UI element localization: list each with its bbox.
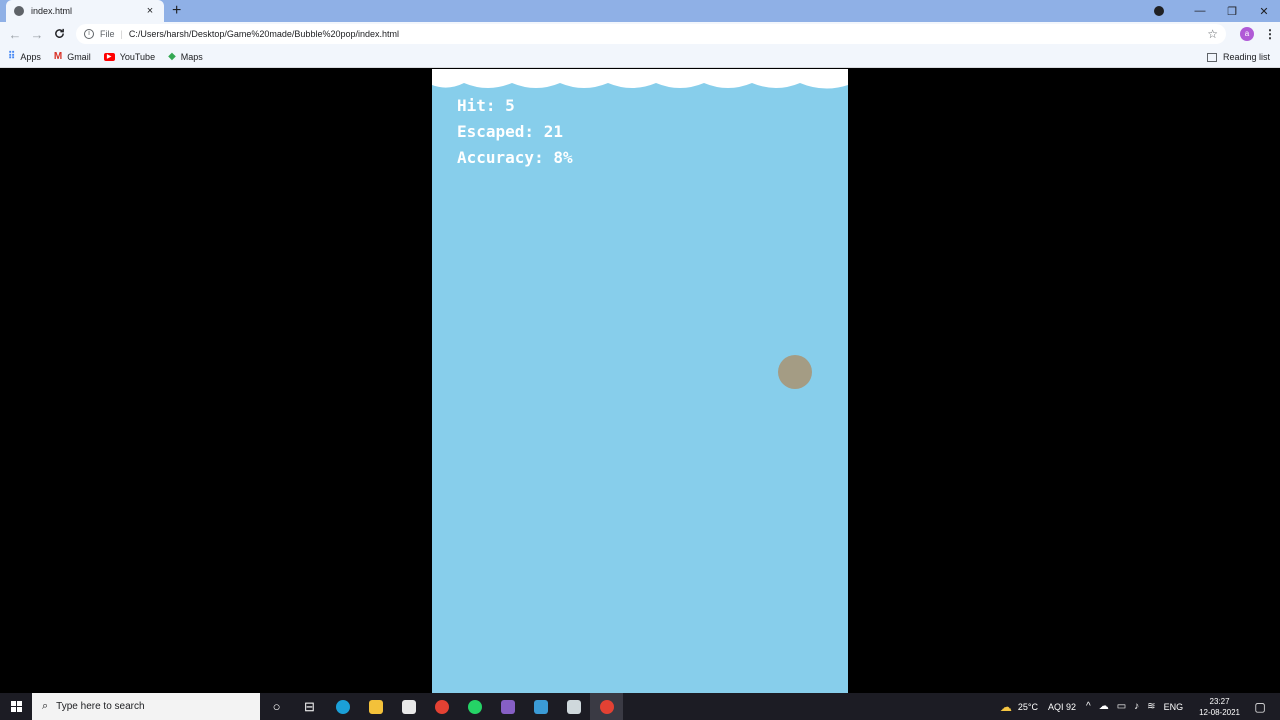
browser-tab[interactable]: index.html × bbox=[6, 0, 164, 22]
system-tray: ☁ 25°C AQI 92 ^ ☁ ▭ ♪ ≋ ENG 23:27 12-08-… bbox=[1000, 693, 1280, 720]
battery-icon[interactable]: ▭ bbox=[1117, 701, 1126, 712]
windows-taskbar: ⌕ Type here to search ○ ⊟ ☁ 25°C AQI 92 … bbox=[0, 693, 1280, 720]
bookmark-maps[interactable]: ◆ Maps bbox=[168, 51, 203, 62]
weather-icon[interactable]: ☁ bbox=[1000, 700, 1012, 714]
globe-icon bbox=[14, 6, 24, 16]
chevron-up-icon[interactable]: ^ bbox=[1086, 701, 1091, 712]
hit-label: Hit: bbox=[457, 96, 496, 115]
app-icon[interactable] bbox=[524, 693, 557, 720]
omnibox-separator: | bbox=[120, 29, 123, 39]
game-app-icon[interactable] bbox=[557, 693, 590, 720]
window-controls: — ❐ ✕ bbox=[1154, 0, 1280, 22]
accuracy-label: Accuracy: bbox=[457, 148, 544, 167]
visual-studio-icon[interactable] bbox=[491, 693, 524, 720]
apps-icon: ⠿ bbox=[8, 51, 16, 62]
wifi-icon[interactable]: ≋ bbox=[1147, 701, 1155, 712]
bookmark-label: Apps bbox=[20, 51, 41, 62]
address-bar[interactable]: i File | C:/Users/harsh/Desktop/Game%20m… bbox=[76, 24, 1226, 44]
task-view-icon[interactable]: ⊟ bbox=[293, 693, 326, 720]
taskbar-search[interactable]: ⌕ Type here to search bbox=[32, 693, 260, 720]
browser-tab-strip: index.html × + — ❐ ✕ bbox=[0, 0, 1280, 22]
page-viewport: Hit: 5 Escaped: 21 Accuracy: 8% bbox=[0, 69, 1280, 693]
accuracy-stat: Accuracy: 8% bbox=[457, 145, 573, 171]
chrome-active-icon[interactable] bbox=[590, 693, 623, 720]
game-canvas[interactable]: Hit: 5 Escaped: 21 Accuracy: 8% bbox=[432, 69, 848, 693]
recording-icon[interactable] bbox=[1154, 6, 1164, 16]
clock[interactable]: 23:27 12-08-2021 bbox=[1199, 696, 1240, 718]
tab-title: index.html bbox=[31, 6, 73, 16]
accuracy-value: 8% bbox=[553, 148, 573, 167]
reload-icon bbox=[54, 28, 64, 38]
clock-time: 23:27 bbox=[1209, 696, 1230, 706]
back-button[interactable]: ← bbox=[4, 27, 26, 42]
bookmark-gmail[interactable]: M Gmail bbox=[54, 51, 91, 62]
url-text[interactable]: C:/Users/harsh/Desktop/Game%20made/Bubbl… bbox=[129, 29, 1207, 39]
bookmark-star-icon[interactable]: ☆ bbox=[1207, 27, 1218, 41]
start-button[interactable] bbox=[0, 693, 32, 720]
new-tab-button[interactable]: + bbox=[172, 2, 181, 20]
file-explorer-icon[interactable] bbox=[359, 693, 392, 720]
search-icon: ⌕ bbox=[42, 700, 49, 712]
notification-icon[interactable]: ▢ bbox=[1252, 700, 1268, 714]
browser-menu-icon[interactable]: ⋮ bbox=[1264, 27, 1276, 41]
hit-value: 5 bbox=[505, 96, 515, 115]
language-indicator[interactable]: ENG bbox=[1164, 702, 1184, 712]
bookmark-label: Maps bbox=[180, 51, 203, 62]
reload-button[interactable] bbox=[48, 27, 70, 42]
forward-button[interactable]: → bbox=[26, 27, 48, 42]
whatsapp-icon[interactable] bbox=[458, 693, 491, 720]
reading-list-button[interactable]: Reading list bbox=[1206, 46, 1270, 68]
restore-button[interactable]: ❐ bbox=[1216, 5, 1248, 18]
info-icon[interactable]: i bbox=[84, 29, 94, 39]
weather-temp[interactable]: 25°C bbox=[1018, 702, 1038, 712]
escaped-label: Escaped: bbox=[457, 122, 535, 141]
bookmark-youtube[interactable]: ▶ YouTube bbox=[103, 51, 156, 62]
cortana-icon[interactable]: ○ bbox=[260, 693, 293, 720]
store-icon[interactable] bbox=[392, 693, 425, 720]
search-placeholder: Type here to search bbox=[56, 701, 145, 712]
edge-icon[interactable] bbox=[326, 693, 359, 720]
volume-icon[interactable]: ♪ bbox=[1134, 701, 1139, 712]
maps-icon: ◆ bbox=[168, 51, 176, 62]
aqi-label[interactable]: AQI 92 bbox=[1048, 702, 1076, 712]
clock-date: 12-08-2021 bbox=[1199, 707, 1240, 717]
browser-toolbar: ← → i File | C:/Users/harsh/Desktop/Game… bbox=[0, 22, 1280, 46]
scheme-label: File bbox=[100, 29, 115, 39]
escaped-value: 21 bbox=[543, 122, 563, 141]
hit-stat: Hit: 5 bbox=[457, 93, 573, 119]
gmail-icon: M bbox=[53, 51, 63, 62]
bookmark-label: Gmail bbox=[67, 51, 91, 62]
profile-avatar[interactable]: a bbox=[1240, 27, 1254, 41]
minimize-button[interactable]: — bbox=[1184, 5, 1216, 17]
tab-close-icon[interactable]: × bbox=[144, 5, 156, 17]
youtube-icon: ▶ bbox=[103, 52, 115, 61]
bookmark-apps[interactable]: ⠿ Apps bbox=[8, 51, 41, 62]
windows-logo-icon bbox=[10, 701, 22, 712]
escaped-stat: Escaped: 21 bbox=[457, 119, 573, 145]
bookmarks-bar: ⠿ Apps M Gmail ▶ YouTube ◆ Maps Reading … bbox=[0, 46, 1280, 68]
close-window-button[interactable]: ✕ bbox=[1248, 5, 1280, 18]
score-panel: Hit: 5 Escaped: 21 Accuracy: 8% bbox=[457, 93, 573, 171]
reading-list-label: Reading list bbox=[1222, 52, 1270, 62]
chrome-icon[interactable] bbox=[425, 693, 458, 720]
cloud-sync-icon[interactable]: ☁ bbox=[1099, 701, 1109, 712]
bookmark-label: YouTube bbox=[119, 51, 156, 62]
reading-list-icon bbox=[1206, 52, 1217, 62]
cloud-border bbox=[432, 69, 848, 89]
bubble[interactable] bbox=[778, 355, 812, 389]
